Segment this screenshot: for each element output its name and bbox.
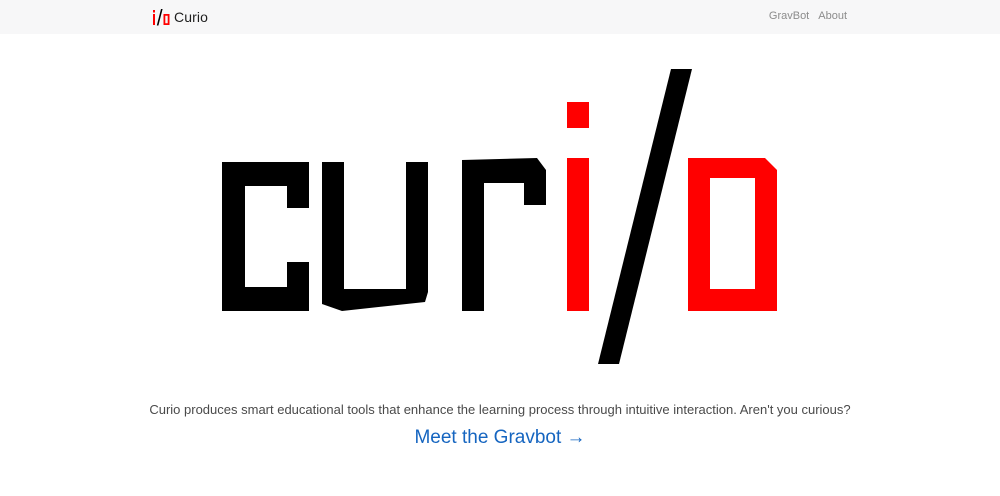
hero-logo-letter-i-dot bbox=[567, 102, 589, 128]
cta-container: Meet the Gravbot → bbox=[0, 427, 1000, 449]
hero-logo-letter-i-stem bbox=[567, 158, 589, 311]
brand-name: Curio bbox=[174, 9, 208, 25]
nav-link-about[interactable]: About bbox=[818, 10, 847, 22]
nav-link-gravbot[interactable]: GravBot bbox=[769, 10, 809, 22]
nav-links: GravBot About bbox=[769, 10, 847, 22]
brand-link[interactable]: Curio bbox=[152, 7, 208, 27]
hero-logo-letter-r bbox=[462, 158, 546, 311]
curio-logo-icon bbox=[153, 9, 170, 26]
navbar: Curio GravBot About bbox=[0, 0, 1000, 34]
hero-logo-letter-u bbox=[322, 162, 428, 311]
hero-logo-letter-o bbox=[688, 158, 777, 311]
hero-logo bbox=[222, 69, 777, 364]
meet-gravbot-link[interactable]: Meet the Gravbot → bbox=[414, 427, 585, 448]
hero-logo-slash bbox=[598, 69, 692, 364]
hero-logo-letter-c bbox=[222, 162, 309, 311]
tagline: Curio produces smart educational tools t… bbox=[149, 402, 851, 417]
